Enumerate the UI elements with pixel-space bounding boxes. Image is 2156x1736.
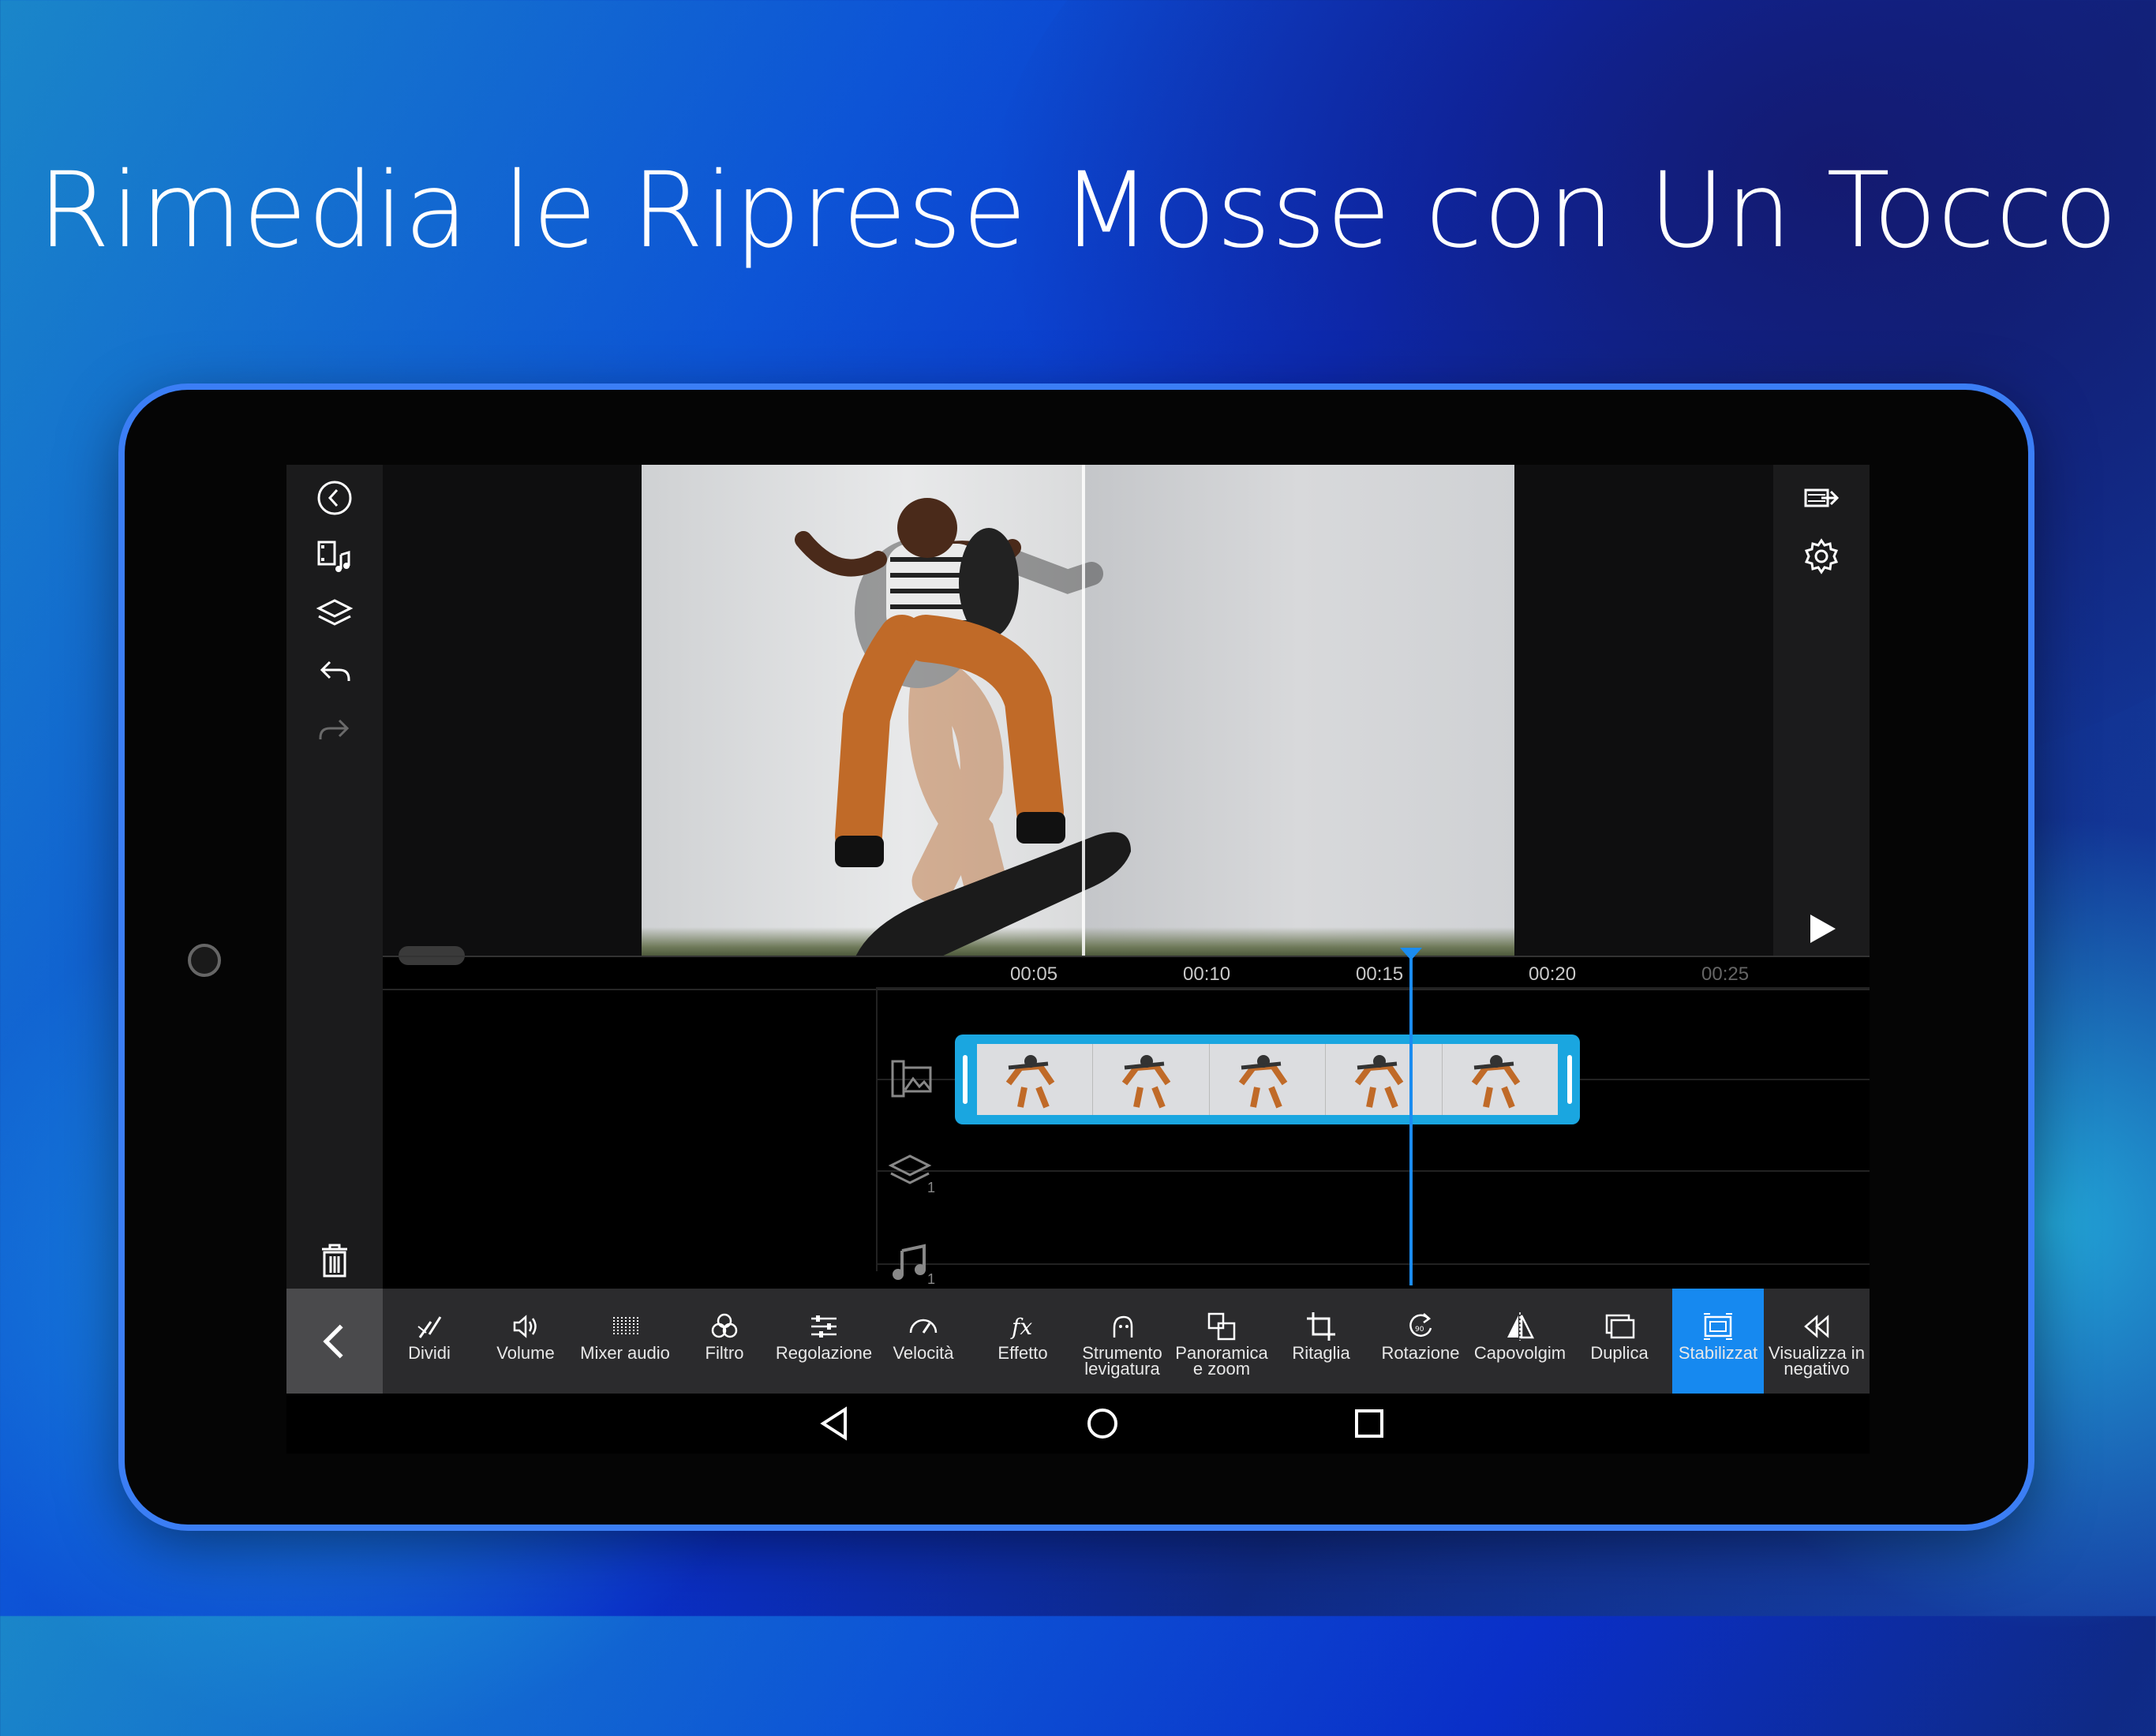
tick-label: 00:05 <box>1010 963 1058 985</box>
skater-image <box>795 498 1131 956</box>
adjust-icon <box>811 1315 837 1338</box>
tool-duplica[interactable]: Duplica <box>1570 1289 1669 1394</box>
tool-capovolgimento[interactable]: Capovolgim <box>1470 1289 1570 1394</box>
flip-icon <box>1507 1312 1535 1341</box>
nav-home-icon[interactable] <box>1084 1405 1121 1442</box>
skin-smooth-icon <box>1113 1315 1133 1338</box>
effect-icon: fx <box>1010 1314 1032 1340</box>
filter-icon <box>711 1313 738 1338</box>
export-icon[interactable] <box>1799 476 1843 520</box>
playhead[interactable] <box>1409 954 1413 1285</box>
undo-icon[interactable] <box>313 649 357 694</box>
timeline[interactable]: 00:05 00:10 00:15 00:20 00:25 1 1 <box>383 946 1870 1289</box>
volume-icon <box>513 1315 537 1338</box>
tool-velocita[interactable]: Velocità <box>874 1289 973 1394</box>
video-track-icon <box>888 1055 935 1102</box>
left-toolbar <box>286 465 383 1289</box>
compare-divider[interactable] <box>1082 465 1085 956</box>
reverse-icon <box>1804 1315 1829 1338</box>
music-count: 1 <box>927 1271 936 1287</box>
layer-count: 1 <box>927 1180 936 1195</box>
camera-icon <box>188 944 221 977</box>
tool-visualizza-negativo[interactable]: Visualizza in negativo <box>1764 1289 1870 1394</box>
clip-trim-start-handle[interactable] <box>963 1055 968 1104</box>
edit-toolbar: Dividi Volume Mixer audio Filtro Regolaz… <box>286 1289 1870 1394</box>
tool-effetto[interactable]: fx Effetto <box>973 1289 1072 1394</box>
tool-volume[interactable]: Volume <box>476 1289 575 1394</box>
media-library-icon[interactable] <box>313 534 357 578</box>
tool-stabilizzatore[interactable]: Stabilizzat <box>1672 1289 1764 1394</box>
editor-screen: 00:05 00:10 00:15 00:20 00:25 1 1 Dividi… <box>286 465 1870 1454</box>
delete-icon[interactable] <box>313 1238 357 1282</box>
tool-rotazione[interactable]: 90 Rotazione <box>1371 1289 1470 1394</box>
tool-dividi[interactable]: Dividi <box>383 1289 476 1394</box>
svg-text:fx: fx <box>1010 1314 1032 1340</box>
audio-mixer-icon <box>613 1317 638 1336</box>
tick-label: 00:15 <box>1356 963 1404 985</box>
tick-label: 00:10 <box>1183 963 1231 985</box>
music-track-icon: 1 <box>888 1240 935 1287</box>
tool-panoramica-zoom[interactable]: Panoramica e zoom <box>1172 1289 1271 1394</box>
layers-icon[interactable] <box>313 591 357 635</box>
headline: Rimedia le Riprese Mosse con Un Tocco <box>37 150 2119 271</box>
tool-strumento-levigatura[interactable]: Strumento levigatura <box>1072 1289 1172 1394</box>
stabilize-icon <box>1704 1313 1732 1340</box>
pan-zoom-icon <box>1207 1312 1236 1341</box>
crop-icon <box>1307 1312 1335 1341</box>
nav-recents-icon[interactable] <box>1350 1405 1388 1442</box>
rotate-icon: 90 <box>1409 1313 1432 1337</box>
tool-mixer-audio[interactable]: Mixer audio <box>575 1289 675 1394</box>
settings-icon[interactable] <box>1799 534 1843 578</box>
tool-ritaglia[interactable]: Ritaglia <box>1271 1289 1371 1394</box>
video-preview <box>642 465 1514 956</box>
tool-filtro[interactable]: Filtro <box>675 1289 774 1394</box>
tool-regolazione[interactable]: Regolazione <box>774 1289 874 1394</box>
redo-icon[interactable] <box>313 708 357 752</box>
video-clip[interactable] <box>955 1034 1580 1124</box>
tick-label: 00:20 <box>1529 963 1577 985</box>
tick-label: 00:25 <box>1701 963 1750 985</box>
clip-trim-end-handle[interactable] <box>1567 1055 1572 1104</box>
play-icon[interactable] <box>1799 907 1843 951</box>
android-nav-bar <box>286 1394 1870 1454</box>
nav-back-icon[interactable] <box>817 1405 855 1442</box>
time-ruler[interactable]: 00:05 00:10 00:15 00:20 00:25 <box>383 956 1870 990</box>
back-circle-icon[interactable] <box>313 476 357 520</box>
split-icon <box>417 1316 442 1338</box>
chevron-left-icon <box>323 1324 343 1358</box>
music-track[interactable] <box>876 1170 1870 1265</box>
duplicate-icon <box>1605 1314 1635 1339</box>
svg-text:90: 90 <box>1415 1326 1424 1334</box>
layer-track-icon: 1 <box>888 1148 935 1195</box>
speed-icon <box>909 1319 938 1334</box>
toolbar-back-button[interactable] <box>286 1289 383 1394</box>
right-toolbar <box>1773 465 1870 956</box>
